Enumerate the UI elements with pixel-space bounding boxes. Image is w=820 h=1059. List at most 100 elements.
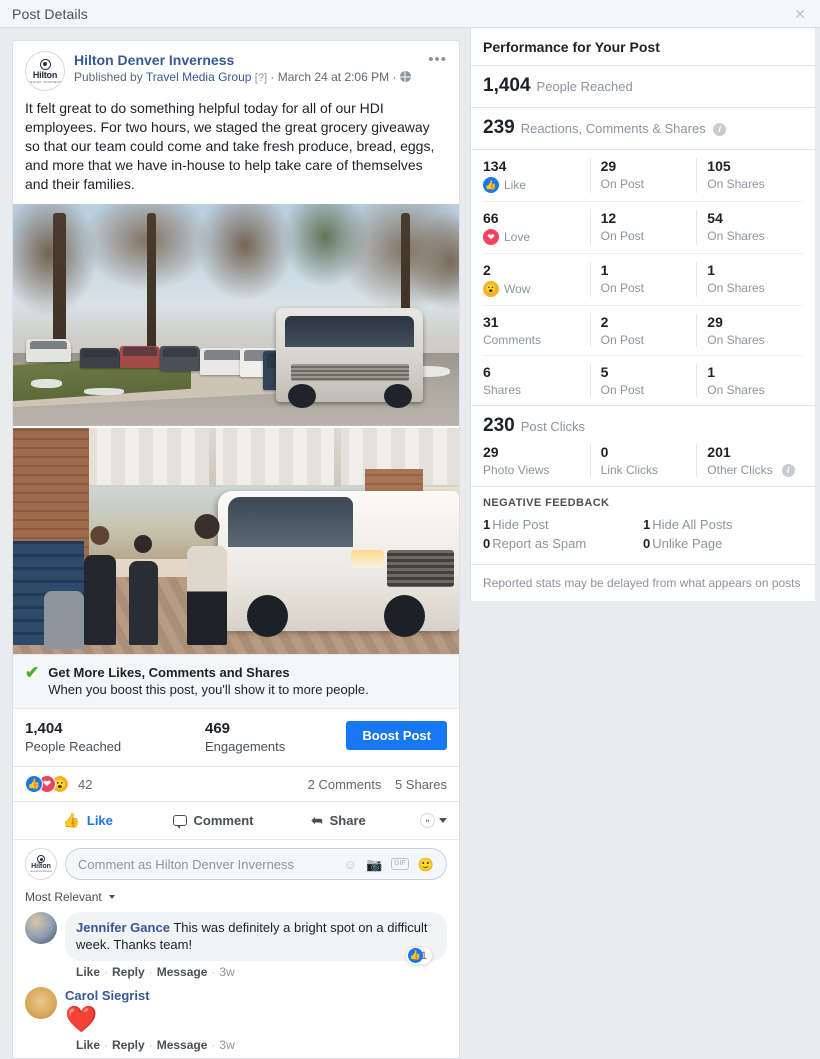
row-onpost-cell: 2 On Post [589,314,697,347]
post-card: Hilton DENVER INVERNESS Hilton Denver In… [12,40,460,1059]
photo-2-truck-tire-rear [247,594,288,637]
avatar[interactable] [25,912,57,944]
hilton-logo-icon [37,855,45,863]
avatar[interactable] [25,987,57,1019]
avatar[interactable]: Hilton DENVER INVERNESS [25,51,65,91]
row-onpost-label: On Post [600,177,644,191]
info-icon[interactable]: i [713,122,727,136]
comment-emoji: ❤️ [65,1004,98,1034]
comment-author-link[interactable]: Carol Siegrist [65,988,150,1003]
table-row: 66 ❤ Love 12 On Post 54 On Shares [483,202,803,254]
comment-author-link[interactable]: Jennifer Gance [76,920,170,935]
photo-1-trunk-b [146,212,156,351]
row-total-value: 66 [483,210,499,226]
photo-1-truck-wheel-left [287,383,316,409]
performance-header: Performance for Your Post [471,28,815,66]
performance-title: Performance for Your Post [483,39,660,55]
globe-icon[interactable] [399,71,411,82]
share-button-label: Share [329,813,366,828]
row-total-label: ❤ Love [483,229,582,245]
comment-reply-link[interactable]: Reply [112,1038,145,1052]
row-total-value: 2 [483,262,491,278]
comments-count[interactable]: 2 Comments [308,777,382,792]
post-header-text: Hilton Denver Inverness Published by Tra… [74,51,411,91]
audience-selector[interactable]: H [401,813,447,828]
post-photo-2[interactable] [13,426,459,654]
hide-post-value: 1 [483,517,491,532]
comment-message-link[interactable]: Message [157,965,208,979]
comment-message-link[interactable]: Message [157,1038,208,1052]
photo-2-person-2 [128,534,158,645]
row-total-label: Shares [483,383,522,397]
post-timestamp[interactable]: March 24 at 2:06 PM [278,70,389,84]
post-message: It felt great to do something helpful to… [25,100,435,192]
comment-bubble: Carol Siegrist ❤️ [65,987,150,1034]
comments-sort-dropdown[interactable]: Most Relevant [25,890,116,904]
comment-input-wrap[interactable]: Comment as Hilton Denver Inverness ☺ 📷 G… [65,848,447,880]
row-total-cell: 6 Shares [483,364,590,397]
comment-like-link[interactable]: Like [76,965,100,979]
comment-reply-link[interactable]: Reply [112,965,145,979]
photo-1-car-5 [200,348,245,375]
photo-2-pickup-truck [218,491,459,637]
photo-1-truck-wheel-right [383,383,412,409]
photo-1-truck-windshield [284,315,415,347]
comment-input[interactable]: Comment as Hilton Denver Inverness [78,857,344,872]
post-photo-1[interactable] [13,204,459,426]
row-total-value: 6 [483,364,491,380]
link-clicks-label: Link Clicks [600,463,658,477]
hide-all-posts-value: 1 [643,517,651,532]
list-item: Carol Siegrist ❤️ Like · Reply · Message · 3w [13,985,459,1058]
photo-1-car-1 [26,339,71,362]
photo-2-person-3-head [194,513,220,539]
ellipsis-icon[interactable]: ••• [428,51,447,68]
comment-time[interactable]: 3w [219,965,234,979]
post-meta: Published by Travel Media Group [?] · Ma… [74,70,411,86]
table-row: 134 👍 Like 29 On Post 105 On Shares [483,150,803,202]
engagement-label: Reactions, Comments & Shares i [521,121,727,136]
list-item: 1 Hide All Posts [643,515,803,534]
share-button[interactable]: ➦ Share [276,806,401,835]
table-row: 31 Comments 2 On Post 29 On Shares [483,306,803,356]
gif-icon[interactable]: GIF [391,858,409,870]
publisher-help-marker[interactable]: [?] [255,72,267,84]
performance-panel: Performance for Your Post 1,404 People R… [470,28,815,601]
info-icon[interactable]: i [781,463,795,477]
comment-button[interactable]: Comment [150,806,275,835]
publisher-link[interactable]: Travel Media Group [146,70,252,84]
boost-reach-label: People Reached [25,739,122,754]
camera-icon[interactable]: 📷 [366,858,382,871]
negative-feedback-section: NEGATIVE FEEDBACK 1 Hide Post 1 Hide All P… [471,487,815,565]
photo-2-truck-cab [227,496,354,548]
reaction-icon-group[interactable]: 👍 ❤ 😮 42 [25,775,92,793]
reaction-count[interactable]: 42 [78,777,92,792]
row-onshares-value: 1 [707,262,716,278]
workspace: Hilton DENVER INVERNESS Hilton Denver In… [0,28,820,1059]
meta-separator-1: · [270,70,275,84]
comment-actions: Like · Reply · Message · 3w [76,1038,235,1052]
boost-post-button[interactable]: Boost Post [346,721,447,750]
shares-count[interactable]: 5 Shares [395,777,447,792]
page-name-link[interactable]: Hilton Denver Inverness [74,52,234,68]
post-clicks-breakdown: 29 Photo Views 0 Link Clicks 201 Other C… [483,444,803,477]
link-clicks-value: 0 [600,444,609,460]
row-onshares-label: On Shares [707,333,765,347]
report-spam-value: 0 [483,536,491,551]
comment-time[interactable]: 3w [219,1038,234,1052]
comment-share-counts: 2 Comments 5 Shares [298,777,447,792]
check-icon: ✔ [25,663,40,682]
comment-like-link[interactable]: Like [76,1038,100,1052]
love-icon: ❤ [483,229,499,245]
row-onshares-label: On Shares [707,383,765,397]
row-total-cell: 66 ❤ Love [483,210,590,245]
emoji-icon[interactable]: ☺ [344,858,357,871]
like-button[interactable]: 👍 Like [25,806,150,835]
comment-like-badge[interactable]: 👍 1 [404,946,433,965]
row-onshares-cell: 1 On Shares [696,364,803,397]
close-icon[interactable]: ✕ [794,7,806,21]
row-onshares-label: On Shares [707,177,765,191]
composer-avatar-brand: Hilton [31,863,51,870]
photo-1-truck-grille [290,364,409,382]
sticker-icon[interactable]: 🙂 [418,858,434,871]
row-onpost-cell: 12 On Post [589,210,697,245]
